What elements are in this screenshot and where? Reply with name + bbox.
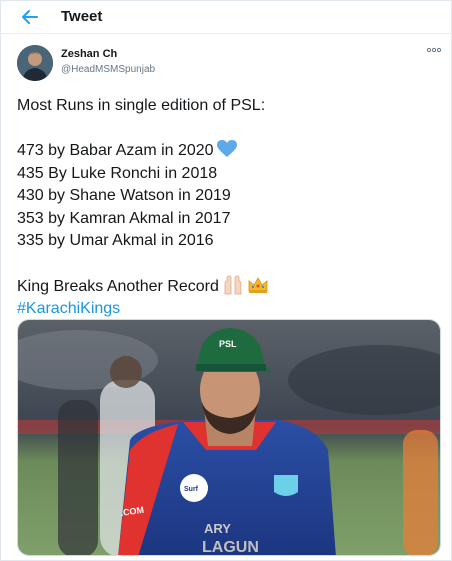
crown-icon bbox=[248, 277, 268, 293]
blue-heart-icon bbox=[216, 140, 237, 157]
top-bar: Tweet bbox=[1, 1, 452, 34]
tweet-line: 435 By Luke Ronchi in 2018 bbox=[17, 164, 218, 182]
sponsor-text: Surf bbox=[184, 486, 199, 493]
more-options-icon[interactable] bbox=[425, 44, 443, 56]
raising-hands-icon bbox=[224, 275, 242, 295]
arrow-left-icon bbox=[22, 10, 38, 24]
tweet-line bbox=[17, 118, 437, 141]
tweet-line: 473 by Babar Azam in 2020 bbox=[17, 140, 437, 163]
tweet-line: 353 by Kamran Akmal in 2017 bbox=[17, 209, 231, 227]
tweet-line: 335 by Umar Akmal in 2016 bbox=[17, 232, 214, 249]
tweet-line bbox=[17, 253, 437, 276]
cap-logo-text: PSL bbox=[219, 339, 237, 349]
author-handle[interactable]: @HeadMSMSpunjab bbox=[61, 64, 155, 75]
tweet-text: Most Runs in single edition of PSL: 473 … bbox=[17, 95, 437, 320]
avatar[interactable] bbox=[17, 45, 53, 81]
tweet-page: Tweet Zeshan Ch @HeadMSMSpunjab Most Run… bbox=[0, 0, 452, 561]
author-name[interactable]: Zeshan Ch bbox=[61, 48, 117, 60]
back-button[interactable] bbox=[19, 6, 41, 28]
tweet-line: 430 by Shane Watson in 2019 bbox=[17, 187, 231, 204]
page-title: Tweet bbox=[61, 8, 103, 25]
tweet-line: Most Runs in single edition of PSL: bbox=[17, 97, 266, 114]
tweet-line: King Breaks Another Record bbox=[17, 275, 437, 298]
tweet-photo[interactable]: PSL Surf ARY LAGUN .COM bbox=[17, 319, 441, 556]
jersey-sponsor-text: ARY bbox=[204, 521, 231, 536]
jersey-sponsor-text-2: LAGUN bbox=[202, 539, 259, 556]
hashtag-link[interactable]: #KarachiKings bbox=[17, 298, 437, 321]
